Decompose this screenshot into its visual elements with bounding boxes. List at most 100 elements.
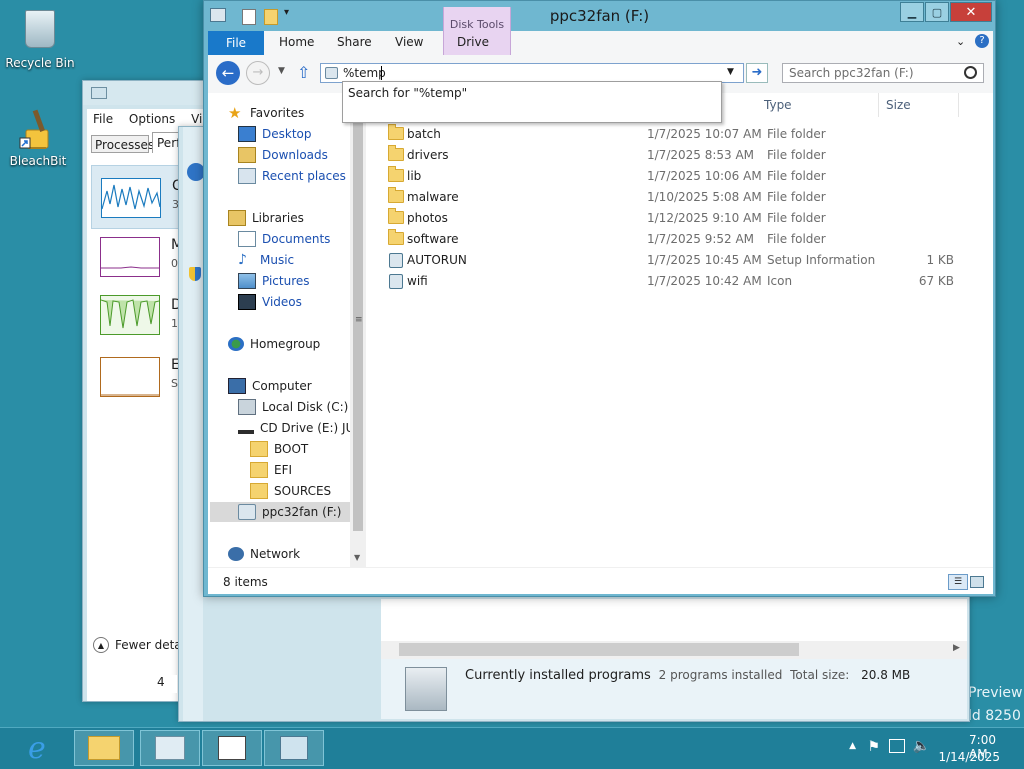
- tab-file[interactable]: File: [208, 31, 264, 55]
- autocomplete-item[interactable]: Search for "%temp": [348, 86, 467, 100]
- nav-libraries[interactable]: Libraries: [228, 208, 304, 228]
- expand-ribbon-icon[interactable]: ⌄: [956, 35, 965, 48]
- internet-explorer-icon[interactable]: e: [28, 732, 62, 766]
- file-row[interactable]: photos 1/12/2025 9:10 AM File folder: [366, 208, 966, 229]
- nav-pane-scrollbar[interactable]: ≡ ▼: [350, 93, 366, 567]
- address-input[interactable]: %temp: [343, 66, 386, 80]
- scroll-down-arrow-icon[interactable]: ▼: [354, 553, 360, 562]
- fewer-details-button[interactable]: ▲ Fewer deta: [93, 637, 182, 653]
- close-button[interactable]: ✕: [950, 2, 992, 22]
- back-button-icon[interactable]: ←: [216, 61, 240, 85]
- nav-music[interactable]: ♪ Music: [238, 250, 294, 270]
- nav-downloads[interactable]: Downloads: [238, 145, 328, 165]
- file-date-modified: 1/10/2025 5:08 AM: [647, 190, 762, 204]
- nav-local-disk[interactable]: Local Disk (C:): [238, 397, 348, 417]
- volume-muted-icon[interactable]: 🔈: [913, 738, 930, 754]
- menu-options[interactable]: Options: [129, 112, 175, 126]
- nav-desktop[interactable]: Desktop: [238, 124, 312, 144]
- address-autocomplete[interactable]: Search for "%temp": [342, 81, 722, 123]
- minimize-button[interactable]: ▁: [900, 2, 924, 22]
- file-date-modified: 1/7/2025 9:52 AM: [647, 232, 755, 246]
- recycle-bin-icon: [20, 10, 60, 54]
- network-tray-icon[interactable]: [889, 739, 905, 753]
- nav-boot[interactable]: BOOT: [250, 439, 308, 459]
- file-row[interactable]: software 1/7/2025 9:52 AM File folder: [366, 229, 966, 250]
- nav-ppc32fan-selected[interactable]: ppc32fan (F:): [210, 502, 354, 522]
- tab-share[interactable]: Share: [337, 35, 372, 49]
- file-type: Setup Information: [767, 253, 876, 267]
- task-manager-menu: File Options View: [93, 112, 220, 126]
- desktop-icon: [238, 126, 256, 142]
- details-view-icon[interactable]: ☰: [948, 574, 968, 590]
- file-name: malware: [407, 190, 459, 204]
- file-row[interactable]: drivers 1/7/2025 8:53 AM File folder: [366, 145, 966, 166]
- taskbar-control-panel[interactable]: [264, 730, 324, 766]
- file-explorer-window[interactable]: ▾ ppc32fan (F:) ▁ ▢ ✕ Disk Tools File Ho…: [203, 0, 996, 597]
- search-input[interactable]: Search ppc32fan (F:): [782, 63, 984, 83]
- file-date-modified: 1/7/2025 8:53 AM: [647, 148, 755, 162]
- file-date-modified: 1/7/2025 10:42 AM: [647, 274, 762, 288]
- nav-cd-drive[interactable]: CD Drive (E:) JULI: [238, 418, 365, 438]
- title-bar[interactable]: ▾ ppc32fan (F:) ▁ ▢ ✕: [204, 1, 995, 31]
- horizontal-scrollbar[interactable]: ▶: [381, 641, 967, 659]
- menu-file[interactable]: File: [93, 112, 113, 126]
- desktop-icon-bleachbit[interactable]: BleachBit: [0, 108, 76, 168]
- tab-processes[interactable]: Processes: [91, 135, 154, 153]
- file-name: software: [407, 232, 459, 246]
- folder-icon: [88, 736, 120, 760]
- search-icon[interactable]: [964, 66, 977, 79]
- desktop-icon-recycle-bin[interactable]: Recycle Bin: [2, 6, 78, 70]
- tab-view[interactable]: View: [395, 35, 423, 49]
- help-icon[interactable]: ?: [975, 34, 989, 48]
- nav-efi[interactable]: EFI: [250, 460, 292, 480]
- drive-icon: [325, 67, 338, 79]
- memory-graph: [100, 237, 160, 277]
- nav-computer[interactable]: Computer: [228, 376, 312, 396]
- file-row[interactable]: malware 1/10/2025 5:08 AM File folder: [366, 187, 966, 208]
- clock-date[interactable]: 1/14/2025: [938, 750, 1000, 764]
- nav-network[interactable]: Network: [228, 544, 300, 564]
- file-row[interactable]: batch 1/7/2025 10:07 AM File folder: [366, 124, 966, 145]
- file-type: File folder: [767, 211, 826, 225]
- go-button-icon[interactable]: ➜: [746, 63, 768, 83]
- nav-documents[interactable]: Documents: [238, 229, 330, 249]
- file-type: File folder: [767, 127, 826, 141]
- taskbar-window-3[interactable]: [202, 730, 262, 766]
- forward-button-icon[interactable]: →: [246, 61, 270, 85]
- large-icons-view-icon[interactable]: [970, 576, 984, 588]
- file-name: batch: [407, 127, 441, 141]
- nav-recent-places[interactable]: Recent places: [238, 166, 346, 186]
- bleachbit-icon: [18, 108, 58, 152]
- taskbar-task-manager[interactable]: [140, 730, 200, 766]
- folder-icon: [388, 166, 404, 182]
- taskbar: e ▲ ⚑ 🔈 7:00 AM 1/14/2025: [0, 727, 1024, 769]
- show-hidden-icons[interactable]: ▲: [849, 741, 856, 751]
- recent-locations-icon[interactable]: ▼: [278, 66, 285, 76]
- address-dropdown-icon[interactable]: ▼: [727, 67, 734, 77]
- star-icon: ★: [228, 104, 242, 122]
- column-header-type[interactable]: Type: [764, 98, 792, 112]
- file-row[interactable]: wifi 1/7/2025 10:42 AM Icon 67 KB: [366, 271, 966, 292]
- tab-drive[interactable]: Drive: [457, 35, 489, 49]
- icon-file-icon: [389, 274, 403, 289]
- nav-favorites[interactable]: ★ Favorites: [228, 103, 304, 123]
- action-center-flag-icon[interactable]: ⚑: [867, 739, 880, 755]
- desktop-icon-label: Recycle Bin: [5, 56, 75, 70]
- tab-home[interactable]: Home: [279, 35, 314, 49]
- file-row[interactable]: lib 1/7/2025 10:06 AM File folder: [366, 166, 966, 187]
- maximize-button[interactable]: ▢: [925, 2, 949, 22]
- column-header-size[interactable]: Size: [886, 98, 911, 112]
- scroll-right-arrow-icon[interactable]: ▶: [953, 643, 960, 653]
- nav-homegroup[interactable]: Homegroup: [228, 334, 320, 354]
- file-date-modified: 1/7/2025 10:06 AM: [647, 169, 762, 183]
- navigation-pane: ★ Favorites Desktop Downloads Recent plac…: [208, 93, 365, 567]
- address-bar[interactable]: %temp ▼: [320, 63, 744, 83]
- up-arrow-icon[interactable]: ⇧: [297, 63, 310, 82]
- nav-videos[interactable]: Videos: [238, 292, 302, 312]
- taskbar-file-explorer[interactable]: [74, 730, 134, 766]
- nav-sources[interactable]: SOURCES: [250, 481, 331, 501]
- item-count: 8 items: [223, 575, 268, 589]
- task-manager-app-icon: [91, 87, 107, 99]
- file-row[interactable]: AUTORUN 1/7/2025 10:45 AM Setup Informatio…: [366, 250, 966, 271]
- nav-pictures[interactable]: Pictures: [238, 271, 310, 291]
